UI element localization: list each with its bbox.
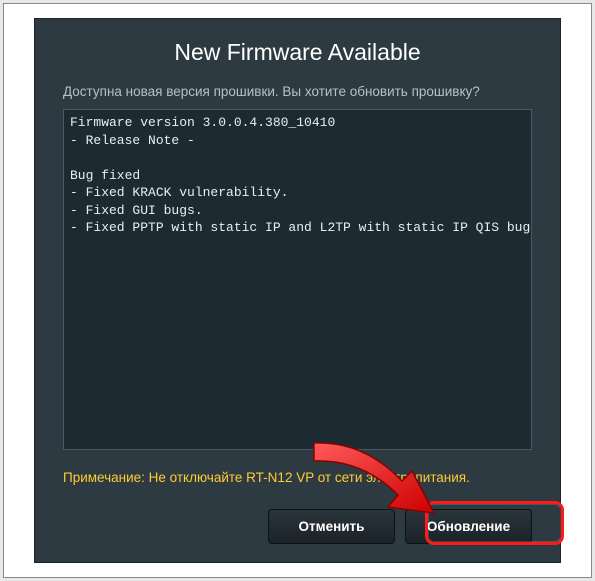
update-button[interactable]: Обновление	[405, 509, 532, 544]
firmware-dialog: New Firmware Available Доступна новая ве…	[34, 18, 561, 563]
button-row: Отменить Обновление	[63, 509, 532, 544]
release-notes-textarea[interactable]	[63, 109, 532, 450]
cancel-button[interactable]: Отменить	[268, 509, 395, 544]
dialog-title: New Firmware Available	[63, 39, 532, 66]
power-warning-note: Примечание: Не отключайте RT-N12 VP от с…	[63, 470, 532, 485]
dialog-subtitle: Доступна новая версия прошивки. Вы хотит…	[63, 84, 532, 99]
screenshot-frame: New Firmware Available Доступна новая ве…	[3, 3, 592, 578]
